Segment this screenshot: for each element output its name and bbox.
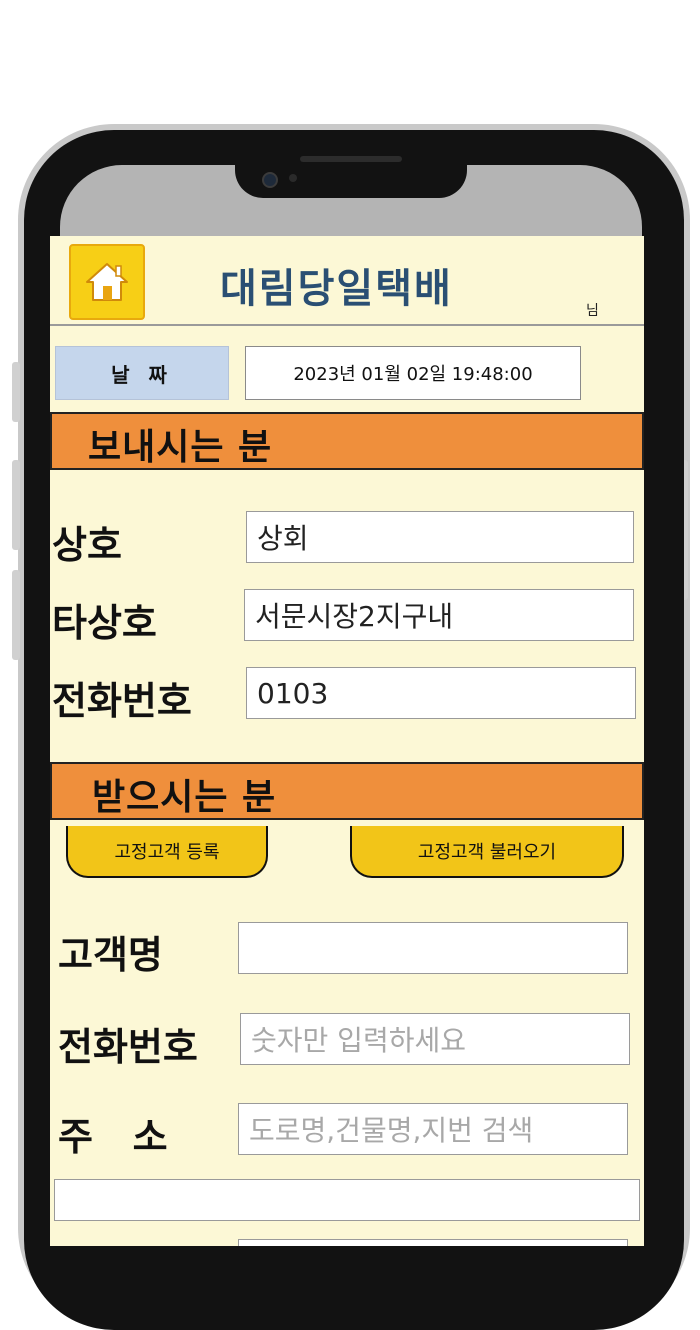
sender-other-company-label: 타상호 [52, 601, 157, 645]
receiver-next-input[interactable] [238, 1239, 628, 1246]
sender-section-title: 보내시는 분 [88, 427, 273, 468]
date-label: 날 짜 [55, 346, 229, 400]
sender-section-bar: 보내시는 분 [50, 412, 644, 470]
receiver-section-title: 받으시는 분 [92, 777, 277, 818]
sender-phone-input[interactable]: 0103 [246, 667, 636, 719]
phone-speaker [300, 156, 402, 162]
app-screen: 대림당일택배 님 날 짜 2023년 01월 02일 19:48:00 보내시는… [50, 236, 644, 1246]
receiver-address-label: 주 소 [58, 1115, 168, 1159]
front-camera [262, 172, 278, 188]
user-suffix: 님 [586, 303, 599, 319]
home-icon [86, 263, 128, 301]
home-button[interactable] [69, 244, 145, 320]
phone-side-button [12, 362, 20, 422]
date-value: 2023년 01월 02일 19:48:00 [245, 346, 581, 400]
receiver-name-label: 고객명 [58, 933, 163, 977]
sender-company-label: 상호 [52, 523, 122, 567]
register-fixed-customer-button[interactable]: 고정고객 등록 [66, 826, 268, 878]
sender-other-company-input[interactable]: 서문시장2지구내 [244, 589, 634, 641]
receiver-phone-input[interactable]: 숫자만 입력하세요 [240, 1013, 630, 1065]
receiver-phone-label: 전화번호 [58, 1025, 198, 1069]
receiver-address-search-input[interactable]: 도로명,건물명,지번 검색 [238, 1103, 628, 1155]
load-fixed-customer-button[interactable]: 고정고객 불러오기 [350, 826, 624, 878]
app-title: 대림당일택배 [220, 266, 453, 312]
receiver-address-detail-input[interactable] [54, 1179, 640, 1221]
sender-phone-label: 전화번호 [52, 679, 192, 723]
receiver-section-bar: 받으시는 분 [50, 762, 644, 820]
phone-volume-up-button [12, 460, 20, 550]
receiver-name-input[interactable] [238, 922, 628, 974]
sender-company-input[interactable]: 상회 [246, 511, 634, 563]
proximity-sensor [289, 174, 297, 182]
app-header: 대림당일택배 님 [50, 236, 644, 326]
phone-volume-down-button [12, 570, 20, 660]
